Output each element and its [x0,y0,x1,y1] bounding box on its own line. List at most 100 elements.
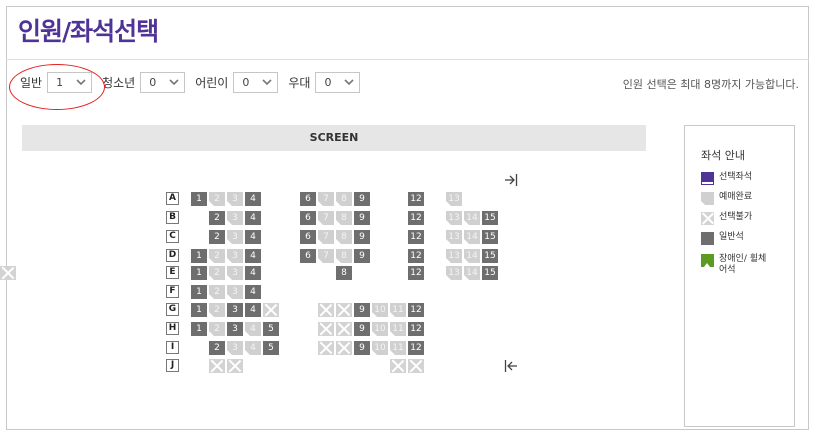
seat-c-13[interactable]: 13 [446,230,462,244]
seat-g-12[interactable]: 12 [408,303,424,317]
seat-b-9[interactable]: 9 [354,211,370,225]
seat-g-4[interactable]: 4 [245,303,261,317]
seat-a-8[interactable]: 8 [336,192,352,206]
seat-h-4[interactable]: 4 [245,322,261,336]
seat-g-3[interactable]: 3 [227,303,243,317]
seat-a-15[interactable]: 15 [482,192,498,206]
chevron-down-icon [344,78,355,85]
seat-e-3[interactable]: 3 [227,266,243,280]
seat-e-1[interactable]: 1 [191,266,207,280]
seat-d-13[interactable]: 13 [446,249,462,263]
seat-c-6[interactable]: 6 [300,230,316,244]
seat-i-5[interactable]: 5 [263,341,279,355]
seat-c-15[interactable]: 15 [482,230,498,244]
seat-f-2[interactable]: 2 [209,285,225,299]
seat-h-10[interactable]: 10 [372,322,388,336]
seat-h-11[interactable]: 11 [390,322,406,336]
seat-d-3[interactable]: 3 [227,249,243,263]
seat-i-12[interactable]: 12 [408,341,424,355]
seat-b-14[interactable]: 14 [464,211,480,225]
seat-c-12[interactable]: 12 [408,230,424,244]
seat-d-8[interactable]: 8 [336,249,352,263]
legend-label: 예매완료 [719,192,753,202]
seat-e-4[interactable]: 4 [245,266,261,280]
seat-f-3[interactable]: 3 [227,285,243,299]
seat-a-7[interactable]: 7 [318,192,334,206]
seat-a-6[interactable]: 6 [300,192,316,206]
seat-c-2[interactable]: 2 [209,230,225,244]
seat-g-9[interactable]: 9 [354,303,370,317]
preferential-count-value: 0 [324,75,332,89]
seat-c-8[interactable]: 8 [336,230,352,244]
seat-b-13[interactable]: 13 [446,211,462,225]
seat-h-1[interactable]: 1 [191,322,207,336]
seat-a-12[interactable]: 12 [408,192,424,206]
seat-b-12[interactable]: 12 [408,211,424,225]
seat-i-9[interactable]: 9 [354,341,370,355]
seat-a-13[interactable]: 13 [446,192,462,206]
seat-d-4[interactable]: 4 [245,249,261,263]
seat-b-15[interactable]: 15 [482,211,498,225]
seat-i-10[interactable]: 10 [372,341,388,355]
seat-g-11[interactable]: 11 [390,303,406,317]
filter-label-preferential: 우대 [288,75,311,90]
seat-f-1[interactable]: 1 [191,285,207,299]
seat-a-2[interactable]: 2 [209,192,225,206]
seat-e-15[interactable]: 15 [482,266,498,280]
seat-a-9[interactable]: 9 [354,192,370,206]
seat-i-3[interactable]: 3 [227,341,243,355]
seat-a-1[interactable]: 1 [191,192,207,206]
reserved-seat-swatch-icon [701,192,714,205]
seat-c-14[interactable]: 14 [464,230,480,244]
seat-d-6[interactable]: 6 [300,249,316,263]
seat-b-6[interactable]: 6 [300,211,316,225]
seat-d-2[interactable]: 2 [209,249,225,263]
seat-e-14[interactable]: 14 [464,266,480,280]
seat-h-9[interactable]: 9 [354,322,370,336]
seat-i-2[interactable]: 2 [209,341,225,355]
seat-d-14[interactable]: 14 [464,249,480,263]
seat-b-8[interactable]: 8 [336,211,352,225]
seat-d-15[interactable]: 15 [482,249,498,263]
child-count-select[interactable]: 0 [233,71,279,93]
seat-c-9[interactable]: 9 [354,230,370,244]
seat-d-1[interactable]: 1 [191,249,207,263]
seat-a-14[interactable]: 14 [464,192,480,206]
seat-a-3[interactable]: 3 [227,192,243,206]
seat-i-11[interactable]: 11 [390,341,406,355]
seat-h-12[interactable]: 12 [408,322,424,336]
seat-g-10[interactable]: 10 [372,303,388,317]
seat-d-12[interactable]: 12 [408,249,424,263]
seat-d-7[interactable]: 7 [318,249,334,263]
seat-d-9[interactable]: 9 [354,249,370,263]
seat-e-8[interactable]: 8 [336,266,352,280]
seat-i-4[interactable]: 4 [245,341,261,355]
seat-e-2[interactable]: 2 [209,266,225,280]
seat-e-12[interactable]: 12 [408,266,424,280]
legend-item-normal: 일반석 [701,232,744,245]
seat-c-3[interactable]: 3 [227,230,243,244]
seat-b-4[interactable]: 4 [245,211,261,225]
seat-f-4[interactable]: 4 [245,285,261,299]
legend-label: 일반석 [719,232,744,242]
seat-c-4[interactable]: 4 [245,230,261,244]
seat-c-7[interactable]: 7 [318,230,334,244]
seat-b-3[interactable]: 3 [227,211,243,225]
seat-g-1[interactable]: 1 [191,303,207,317]
seat-b-7[interactable]: 7 [318,211,334,225]
row-label-h: H [166,322,179,335]
seat-e-13[interactable]: 13 [446,266,462,280]
preferential-count-select[interactable]: 0 [315,71,361,93]
screen-bar: SCREEN [22,125,646,151]
seat-h-3[interactable]: 3 [227,322,243,336]
seat-h-5[interactable]: 5 [263,322,279,336]
legend-item-reserved: 예매완료 [701,192,752,205]
seat-a-4[interactable]: 4 [245,192,261,206]
seat-g-2[interactable]: 2 [209,303,225,317]
seat-j-blocked-2 [390,359,406,373]
highlight-circle [9,64,105,110]
seat-b-2[interactable]: 2 [209,211,225,225]
seat-h-2[interactable]: 2 [209,322,225,336]
youth-count-select[interactable]: 0 [140,71,186,93]
seat-j-blocked-0 [209,359,225,373]
